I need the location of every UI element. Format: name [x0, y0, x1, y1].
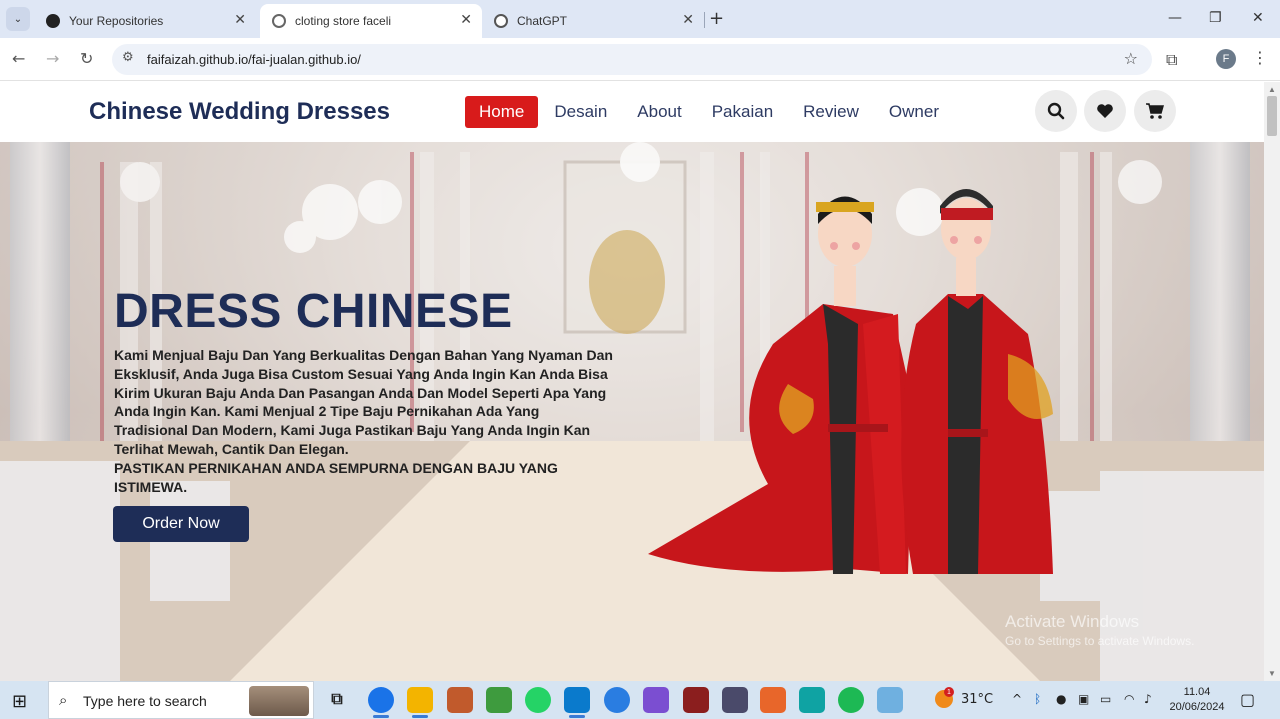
scroll-down-icon[interactable]: ▼ [1268, 669, 1276, 678]
tab-separator [704, 12, 705, 28]
tray-app-icon[interactable]: ● [1056, 692, 1066, 706]
globe-icon [272, 14, 286, 28]
github-icon [46, 14, 60, 28]
app-icon-calculator[interactable] [722, 687, 748, 713]
vscode-icon[interactable] [564, 687, 590, 718]
hero-tagline: PASTIKAN PERNIKAHAN ANDA SEMPURNA DENGAN… [114, 459, 558, 495]
tab-title: cloting store faceli [295, 14, 392, 28]
tab-cloting-store[interactable]: cloting store faceli ✕ [260, 4, 482, 38]
nav-pakaian[interactable]: Pakaian [698, 96, 787, 128]
app-icon-stack[interactable] [486, 687, 512, 713]
nav-owner[interactable]: Owner [875, 96, 953, 128]
temperature-text[interactable]: 31°C [961, 692, 993, 707]
windows-activation-watermark: Activate Windows Go to Settings to activ… [1005, 612, 1194, 648]
site-brand[interactable]: Chinese Wedding Dresses [89, 98, 390, 126]
taskbar-clock[interactable]: 11.04 20/06/2024 [1168, 685, 1226, 715]
nav-desain[interactable]: Desain [540, 96, 621, 128]
visual-studio-icon[interactable] [643, 687, 669, 713]
minimize-icon[interactable]: — [1168, 10, 1182, 26]
xampp-icon[interactable] [760, 687, 786, 713]
hero-title: DRESS CHINESE [114, 285, 513, 338]
display-icon[interactable]: ▣ [1078, 692, 1089, 706]
search-icon: ⌕ [59, 691, 68, 709]
tray-chevron-icon[interactable]: ^ [1012, 692, 1022, 706]
wifi-icon[interactable]: ◠ [1124, 692, 1134, 706]
back-arrow-icon[interactable]: ← [12, 49, 25, 68]
cart-icon [1146, 103, 1164, 119]
taskbar-search-box[interactable]: ⌕ Type here to search [48, 681, 314, 719]
notifications-icon[interactable]: ▢ [1240, 690, 1255, 709]
wedding-couple-illustration [648, 189, 1053, 574]
restore-icon[interactable]: ❐ [1209, 10, 1222, 26]
tab-close-icon[interactable]: ✕ [682, 12, 694, 28]
hero-description-body: Kami Menjual Baju Dan Yang Berkualitas D… [114, 347, 613, 457]
menu-kebab-icon[interactable]: ⋮ [1252, 48, 1268, 67]
battery-icon[interactable]: ▭ [1100, 692, 1111, 706]
arduino-icon[interactable] [799, 687, 825, 713]
site-header: Chinese Wedding Dresses Home Desain Abou… [0, 82, 1264, 142]
clock-time: 11.04 [1183, 686, 1211, 698]
bluetooth-icon[interactable]: ᛒ [1034, 692, 1041, 706]
page-scrollbar[interactable]: ▲ ▼ [1264, 82, 1280, 681]
cart-button[interactable] [1134, 90, 1176, 132]
nav-about[interactable]: About [623, 96, 695, 128]
nav-home[interactable]: Home [465, 96, 539, 128]
winrar-icon[interactable] [683, 687, 709, 713]
wishlist-button[interactable] [1084, 90, 1126, 132]
search-highlight-image [249, 686, 309, 716]
extensions-icon[interactable]: ⧉ [1166, 50, 1177, 70]
order-now-button[interactable]: Order Now [113, 506, 249, 542]
windows-start-icon[interactable]: ⊞ [12, 691, 27, 712]
tab-close-icon[interactable]: ✕ [460, 12, 472, 28]
heart-icon [1097, 104, 1113, 118]
tab-title: ChatGPT [517, 14, 568, 28]
bookmark-star-icon[interactable]: ☆ [1124, 49, 1138, 68]
weather-badge: 1 [944, 687, 954, 697]
browser-toolbar: ← → ↻ ⚙ faifaizah.github.io/fai-jualan.g… [0, 38, 1280, 81]
page-viewport: Chinese Wedding Dresses Home Desain Abou… [0, 82, 1264, 681]
search-button[interactable] [1035, 90, 1077, 132]
tab-search-button[interactable]: ⌄ [6, 7, 30, 31]
main-nav: Home Desain About Pakaian Review Owner [465, 96, 955, 128]
tab-title: Your Repositories [69, 14, 164, 28]
speaker-icon[interactable]: ♪ [1144, 692, 1152, 706]
app-icon-photo[interactable] [447, 687, 473, 713]
windows-taskbar: ⊞ ⌕ Type here to search ⧉ 1 31°C ^ ᛒ ● ▣… [0, 681, 1280, 719]
tab-your-repositories[interactable]: Your Repositories ✕ [34, 4, 256, 38]
browser-tab-strip: ⌄ Your Repositories ✕ cloting store face… [0, 0, 1280, 38]
chatgpt-icon [494, 14, 508, 28]
hero-description: Kami Menjual Baju Dan Yang Berkualitas D… [114, 346, 614, 496]
site-info-icon[interactable]: ⚙ [122, 50, 134, 65]
new-tab-button[interactable]: + [709, 8, 724, 29]
app-store-icon[interactable] [604, 687, 630, 713]
app-icon-paint[interactable] [877, 687, 903, 713]
forward-arrow-icon[interactable]: → [46, 49, 59, 68]
scroll-up-icon[interactable]: ▲ [1268, 85, 1276, 94]
search-icon [1047, 102, 1065, 120]
profile-avatar[interactable]: F [1216, 49, 1236, 69]
chrome-icon[interactable] [368, 687, 394, 718]
reload-icon[interactable]: ↻ [80, 49, 93, 68]
spotify-icon[interactable] [838, 687, 864, 713]
url-text[interactable]: faifaizah.github.io/fai-jualan.github.io… [147, 52, 361, 67]
whatsapp-icon[interactable] [525, 687, 551, 713]
watermark-title: Activate Windows [1005, 612, 1140, 631]
clock-date: 20/06/2024 [1169, 701, 1225, 713]
watermark-subtitle: Go to Settings to activate Windows. [1005, 634, 1195, 648]
task-view-icon[interactable]: ⧉ [324, 687, 350, 713]
tab-close-icon[interactable]: ✕ [234, 12, 246, 28]
close-window-icon[interactable]: ✕ [1252, 10, 1264, 26]
nav-review[interactable]: Review [789, 96, 873, 128]
file-explorer-icon[interactable] [407, 687, 433, 718]
address-bar[interactable]: ⚙ faifaizah.github.io/fai-jualan.github.… [112, 44, 1152, 75]
taskbar-search-placeholder: Type here to search [83, 693, 207, 709]
scrollbar-thumb[interactable] [1267, 96, 1277, 136]
tab-chatgpt[interactable]: ChatGPT ✕ [482, 4, 704, 38]
hero-section: DRESS CHINESE Kami Menjual Baju Dan Yang… [0, 142, 1264, 681]
